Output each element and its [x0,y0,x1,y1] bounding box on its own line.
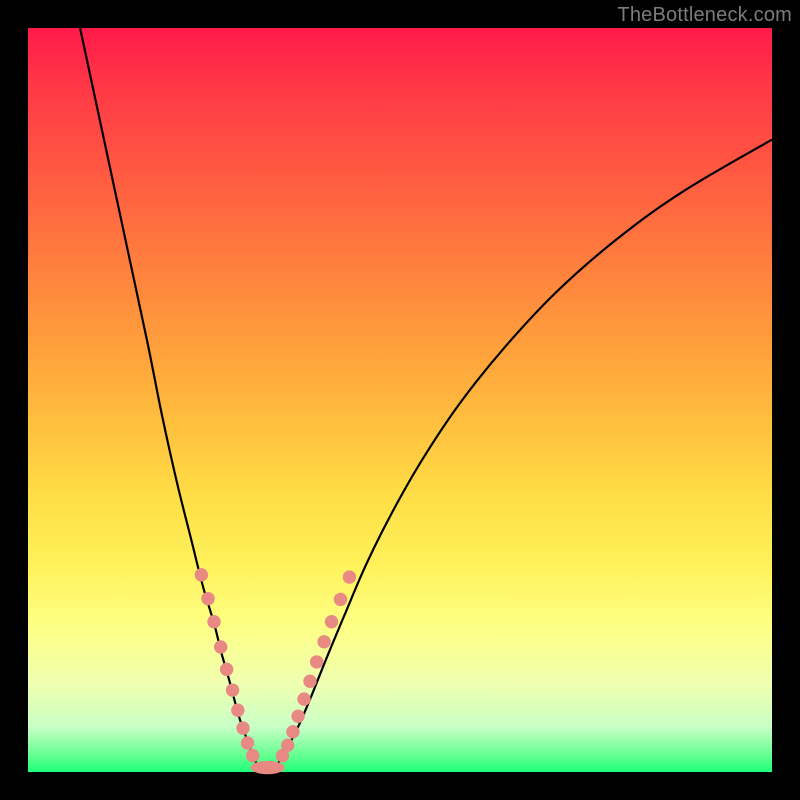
watermark-text: TheBottleneck.com [617,4,792,27]
marker-dot [334,593,347,606]
marker-dot [303,675,316,688]
marker-dot [220,663,233,676]
chart-svg [28,28,772,772]
marker-dot [207,615,220,628]
marker-dot [231,704,244,717]
marker-dot [214,640,227,653]
marker-dot [310,655,323,668]
marker-dot [343,570,356,583]
marker-dot [297,692,310,705]
markers-left [195,568,260,762]
marker-dot [195,568,208,581]
marker-dot [201,592,214,605]
curve-right-branch [277,140,772,765]
curve-left-branch [80,28,259,768]
marker-dot [281,739,294,752]
marker-dot [286,725,299,738]
marker-dot [325,615,338,628]
marker-dot [226,683,239,696]
marker-dot [246,749,259,762]
marker-dot [317,635,330,648]
chart-frame [28,28,772,772]
marker-dot [236,721,249,734]
bottom-blob [250,761,284,774]
marker-dot [241,736,254,749]
marker-dot [291,710,304,723]
markers-right [276,570,356,762]
